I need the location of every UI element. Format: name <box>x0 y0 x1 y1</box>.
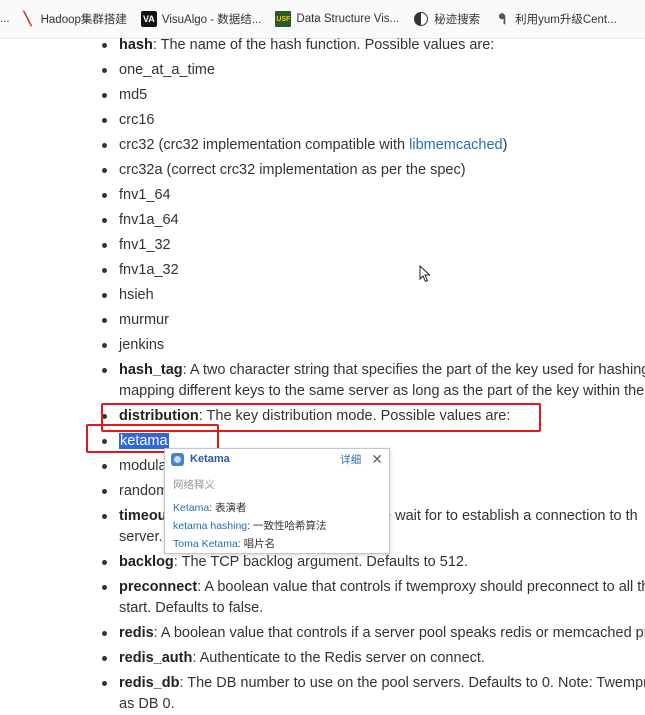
item-text: one_at_a_time <box>119 62 215 78</box>
list-item: crc32a (correct crc32 implementation as … <box>102 160 466 181</box>
list-item-continuation: start. Defaults to false. <box>105 598 263 619</box>
list-item: murmur <box>102 310 169 331</box>
popup-title: Ketama <box>190 453 230 465</box>
bookmark-yum[interactable]: ᖳ 利用yum升级Cent... <box>494 10 617 27</box>
key-preconnect: preconnect <box>119 579 198 595</box>
item-text: : A boolean value that controls if twemp… <box>197 579 645 595</box>
item-text: md5 <box>119 87 148 103</box>
mouse-cursor-icon <box>419 265 431 283</box>
key-hash: hash <box>119 37 153 53</box>
list-item-continuation: mapping different keys to the same serve… <box>105 381 644 402</box>
item-text: crc32a (correct crc32 implementation as … <box>119 162 466 178</box>
item-text: murmur <box>119 312 169 328</box>
popup-detail-link[interactable]: 详细 <box>340 452 361 467</box>
popup-body: 网络释义 Ketama: 表演者 ketama hashing: 一致性哈希算法… <box>165 469 389 558</box>
popup-meaning: 唱片名 <box>243 538 276 550</box>
bookmark-label: Data Structure Vis... <box>296 13 400 25</box>
list-item: redis: A boolean value that controls if … <box>102 623 645 644</box>
popup-meaning: 一致性哈希算法 <box>252 520 327 532</box>
popup-term[interactable]: Ketama <box>173 502 209 514</box>
popup-section-label: 网络释义 <box>173 479 215 491</box>
bookmark-hadoop[interactable]: ╲ Hadoop集群搭建 <box>20 11 127 27</box>
popup-meaning: 表演者 <box>215 502 247 514</box>
list-item: redis_auth: Authenticate to the Redis se… <box>102 648 485 669</box>
list-item: crc32 (crc32 implementation compatible w… <box>102 135 507 156</box>
key-hash-tag: hash_tag <box>119 362 183 378</box>
item-text: : The DB number to use on the pool serve… <box>179 675 645 691</box>
bookmark-data-structure[interactable]: USF Data Structure Vis... <box>275 11 399 27</box>
popup-row: Ketama: 表演者 <box>173 500 381 515</box>
item-text: : The name of the hash function. Possibl… <box>152 37 495 53</box>
usf-icon: USF <box>275 11 292 27</box>
item-text: fnv1_32 <box>119 237 171 253</box>
bookmarks-bar: ... ╲ Hadoop集群搭建 VA VisuAlgo - 数据结... US… <box>0 0 645 39</box>
popup-term[interactable]: Toma Ketama <box>173 538 238 550</box>
list-item-continuation: server. <box>105 527 163 548</box>
list-item: one_at_a_time <box>102 60 215 81</box>
hadoop-icon: ╲ <box>23 11 32 26</box>
item-text: modula <box>119 458 167 474</box>
list-item: timeout e wait for to establish a connect… <box>102 506 638 527</box>
list-item: fnv1_32 <box>102 235 171 256</box>
item-text: jenkins <box>119 337 165 353</box>
bookmark-label: VisuAlgo - 数据结... <box>161 14 262 26</box>
key-redis: redis <box>119 625 154 641</box>
item-text: random <box>119 483 169 499</box>
popup-header: Ketama 详细 ✕ <box>165 449 389 469</box>
dictionary-logo-icon <box>171 452 184 466</box>
item-text: ) <box>502 137 508 153</box>
bookmark-visualgo[interactable]: VA VisuAlgo - 数据结... <box>140 11 262 27</box>
list-item: hash: The name of the hash function. Pos… <box>102 35 494 56</box>
item-text: e wait for to establish a connection to … <box>383 508 638 524</box>
list-item: hsieh <box>102 285 154 306</box>
item-text: fnv1a_32 <box>119 262 179 278</box>
item-text: : Authenticate to the Redis server on co… <box>192 650 485 666</box>
list-item: distribution: The key distribution mode.… <box>102 406 510 427</box>
list-item: random <box>102 481 168 502</box>
list-item: fnv1_64 <box>102 185 171 206</box>
visualgo-icon: VA <box>140 11 157 27</box>
key-redis-db: redis_db <box>119 675 180 691</box>
list-item: modula <box>102 456 167 477</box>
list-item: jenkins <box>102 335 164 356</box>
libmemcached-link[interactable]: libmemcached <box>409 137 503 153</box>
yum-icon: ᖳ <box>498 10 506 27</box>
list-item: redis_db: The DB number to use on the po… <box>102 673 645 694</box>
popup-row: ketama hashing: 一致性哈希算法 <box>173 518 381 533</box>
bookmark-label: 秘迹搜索 <box>434 14 481 26</box>
list-item-continuation: as DB 0. <box>105 694 175 715</box>
popup-row: Toma Ketama: 唱片名 <box>173 536 381 551</box>
list-item: fnv1a_64 <box>102 210 179 231</box>
bookmark-label: Hadoop集群搭建 <box>40 14 127 26</box>
list-item: ketama <box>102 431 169 452</box>
item-text: : The key distribution mode. Possible va… <box>198 408 511 424</box>
bookmark-mijisousuo[interactable]: 秘迹搜索 <box>413 11 480 27</box>
bookmark-label: ... <box>0 13 10 25</box>
popup-term[interactable]: ketama hashing <box>173 520 247 532</box>
item-text: fnv1a_64 <box>119 212 179 228</box>
list-item: crc16 <box>102 110 154 131</box>
item-text: mapping different keys to the same serve… <box>119 383 645 399</box>
item-text: start. Defaults to false. <box>119 600 264 616</box>
item-text: : A boolean value that controls if a ser… <box>153 625 645 641</box>
translation-popup: Ketama 详细 ✕ 网络释义 Ketama: 表演者 ketama hash… <box>164 448 390 554</box>
key-redis-auth: redis_auth <box>119 650 193 666</box>
close-icon[interactable]: ✕ <box>371 451 383 468</box>
item-text: : A two character string that specifies … <box>182 362 645 378</box>
bookmark-label: 利用yum升级Cent... <box>515 14 617 26</box>
list-item: hash_tag: A two character string that sp… <box>102 360 645 381</box>
key-distribution: distribution <box>119 408 199 424</box>
list-item: preconnect: A boolean value that control… <box>102 577 645 598</box>
list-item: md5 <box>102 85 147 106</box>
item-text: hsieh <box>119 287 154 303</box>
item-text: crc16 <box>119 112 155 128</box>
item-text: fnv1_64 <box>119 187 171 203</box>
item-text: crc32 (crc32 implementation compatible w… <box>119 137 410 153</box>
mijisousuo-icon <box>413 11 429 27</box>
list-item: fnv1a_32 <box>102 260 179 281</box>
selected-text-ketama[interactable]: ketama <box>119 433 169 449</box>
item-text: as DB 0. <box>119 696 175 712</box>
bookmark-overflow[interactable]: ... <box>0 13 10 25</box>
item-text: server. <box>119 529 163 545</box>
